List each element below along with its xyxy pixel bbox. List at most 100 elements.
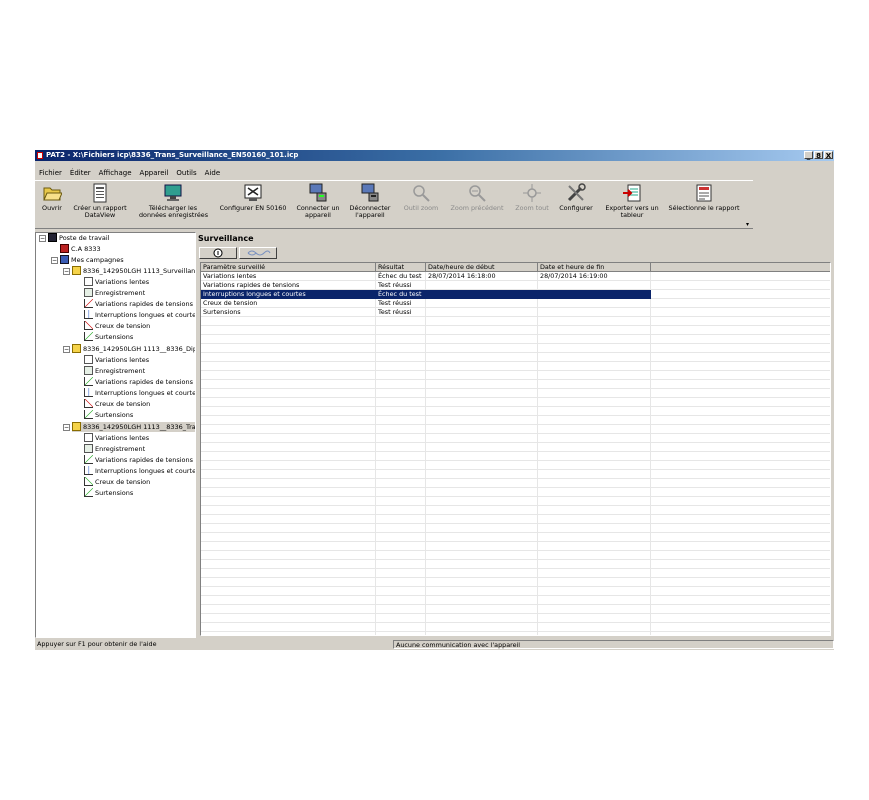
column-parametre[interactable]: Paramètre surveillé: [201, 263, 376, 272]
tree-item-variations-lentes[interactable]: Variations lentes: [84, 433, 149, 443]
application-window: PAT2 - X:\Fichiers icp\8336_Trans_Survei…: [35, 150, 834, 650]
tree-item-interruptions[interactable]: Interruptions longues et courte: [84, 388, 195, 398]
column-date-fin[interactable]: Date et heure de fin: [538, 263, 651, 272]
chart-icon: [84, 466, 93, 475]
status-bar: Appuyer sur F1 pour obtenir de l'aide Au…: [35, 639, 834, 650]
tree-item-surtensions[interactable]: Surtensions: [84, 410, 133, 420]
column-resultat[interactable]: Résultat: [376, 263, 426, 272]
zoom-tool-button[interactable]: Outil zoom: [401, 183, 441, 227]
cell-param: Variations lentes: [203, 272, 257, 280]
info-view-button[interactable]: [199, 247, 237, 259]
grid-column-line: [375, 272, 376, 635]
zoom-all-button[interactable]: Zoom tout: [512, 183, 552, 227]
collapse-group-toggle[interactable]: −: [63, 424, 70, 431]
grid-row-line: [201, 586, 830, 587]
cell-param: Surtensions: [203, 308, 241, 316]
tree-item-variations-rapides[interactable]: Variations rapides de tensions: [84, 455, 193, 465]
create-report-button[interactable]: Créer un rapport DataView: [71, 183, 129, 227]
disconnect-device-icon: [360, 183, 380, 203]
open-button[interactable]: Ouvrir: [37, 183, 67, 227]
collapse-group-toggle[interactable]: −: [63, 346, 70, 353]
tree-node-campaigns[interactable]: Mes campagnes: [60, 255, 124, 265]
table-row[interactable]: Creux de tension Test réussi: [201, 299, 651, 308]
grid-row-line: [201, 415, 830, 416]
download-data-button[interactable]: Télécharger les données enregistrées: [139, 183, 208, 227]
grid-row-line: [201, 433, 830, 434]
tree-item-variations-lentes[interactable]: Variations lentes: [84, 355, 149, 365]
tree-node-workstation[interactable]: Poste de travail: [48, 233, 110, 243]
table-row[interactable]: Variations lentes Échec du test 28/07/2014…: [201, 272, 651, 281]
status-connection-text: Aucune communication avec l'appareil: [393, 640, 834, 649]
tree-item-enregistrement[interactable]: Enregistrement: [84, 366, 145, 376]
grid-row-line: [201, 613, 830, 614]
table-row[interactable]: Interruptions longues et courtes Échec du…: [201, 290, 651, 299]
connect-device-button[interactable]: Connecter un appareil: [294, 183, 342, 227]
tree-node-device[interactable]: C.A 8333: [60, 244, 101, 254]
tree-item-enregistrement[interactable]: Enregistrement: [84, 444, 145, 454]
close-button[interactable]: X: [824, 151, 833, 160]
tree-item-enregistrement[interactable]: Enregistrement: [84, 288, 145, 298]
menu-editer[interactable]: Éditer: [70, 167, 91, 179]
collapse-group-toggle[interactable]: −: [63, 268, 70, 275]
grid-row-line: [201, 478, 830, 479]
waveform-view-button[interactable]: [239, 247, 277, 259]
recording-icon: [84, 366, 93, 375]
configure-en50160-button[interactable]: Configurer EN 50160: [218, 183, 288, 227]
export-spreadsheet-button[interactable]: Exporter vers un tableur: [603, 183, 661, 227]
menu-outils[interactable]: Outils: [176, 167, 196, 179]
grid-row-line: [201, 388, 830, 389]
grid-row-line: [201, 523, 830, 524]
tree-campaign-3[interactable]: 8336_142950LGH 1113__8336_Tra: [72, 422, 195, 432]
table-row[interactable]: Surtensions Test réussi: [201, 308, 651, 317]
grid-row-line: [201, 514, 830, 515]
collapse-campaigns-toggle[interactable]: −: [51, 257, 58, 264]
configure-button[interactable]: Configurer: [556, 183, 596, 227]
menu-appareil[interactable]: Appareil: [140, 167, 169, 179]
tree-item-surtensions[interactable]: Surtensions: [84, 488, 133, 498]
tree-item-interruptions[interactable]: Interruptions longues et courte: [84, 310, 195, 320]
tree-item-variations-rapides[interactable]: Variations rapides de tensions: [84, 377, 193, 387]
column-date-debut[interactable]: Date/heure de début: [426, 263, 538, 272]
menu-fichier[interactable]: Fichier: [39, 167, 62, 179]
campaign-folder-icon: [72, 344, 81, 353]
minimize-button[interactable]: _: [804, 151, 813, 160]
tree-campaign-1[interactable]: 8336_142950LGH 1113_Surveillanc: [72, 266, 195, 276]
grid-row-line: [201, 361, 830, 362]
tree-item-surtensions[interactable]: Surtensions: [84, 332, 133, 342]
grid-column-line: [425, 272, 426, 635]
configure-en50160-icon: [243, 183, 263, 203]
menu-affichage[interactable]: Affichage: [99, 167, 132, 179]
cell-end: [538, 290, 651, 299]
restore-button[interactable]: 8: [814, 151, 823, 160]
tree-item-interruptions[interactable]: Interruptions longues et courte: [84, 466, 195, 476]
menu-aide[interactable]: Aide: [205, 167, 220, 179]
zoom-previous-button[interactable]: Zoom précédent: [448, 183, 506, 227]
info-icon: [213, 248, 223, 258]
chart-icon: [84, 388, 93, 397]
tree-campaign-2[interactable]: 8336_142950LGH 1113__8336_Dip: [72, 344, 195, 354]
select-report-button[interactable]: Sélectionne le rapport: [666, 183, 742, 227]
collapse-root-toggle[interactable]: −: [39, 235, 46, 242]
report-icon: [90, 183, 110, 203]
disconnect-device-button[interactable]: Déconnecter l'appareil: [348, 183, 392, 227]
table-header: Paramètre surveillé Résultat Date/heure …: [201, 263, 830, 272]
chart-icon: [84, 410, 93, 419]
cell-result: Test réussi: [378, 281, 412, 289]
results-table: Paramètre surveillé Résultat Date/heure …: [200, 262, 831, 636]
title-bar[interactable]: PAT2 - X:\Fichiers icp\8336_Trans_Survei…: [35, 150, 834, 161]
grid-row-line: [201, 532, 830, 533]
tree-item-creux[interactable]: Creux de tension: [84, 477, 150, 487]
cell-start: [426, 299, 538, 308]
tree-item-variations-lentes[interactable]: Variations lentes: [84, 277, 149, 287]
cell-start: [426, 281, 538, 290]
table-row[interactable]: Variations rapides de tensions Test réuss…: [201, 281, 651, 290]
menu-bar: Fichier Éditer Affichage Appareil Outils…: [35, 167, 220, 179]
recording-icon: [84, 288, 93, 297]
tree-item-creux[interactable]: Creux de tension: [84, 321, 150, 331]
tree-item-creux[interactable]: Creux de tension: [84, 399, 150, 409]
grid-row-line: [201, 577, 830, 578]
tree-item-variations-rapides[interactable]: Variations rapides de tensions: [84, 299, 193, 309]
chart-icon: [84, 332, 93, 341]
toolbar-overflow-icon[interactable]: ▾: [746, 221, 749, 228]
device-icon: [60, 244, 69, 253]
